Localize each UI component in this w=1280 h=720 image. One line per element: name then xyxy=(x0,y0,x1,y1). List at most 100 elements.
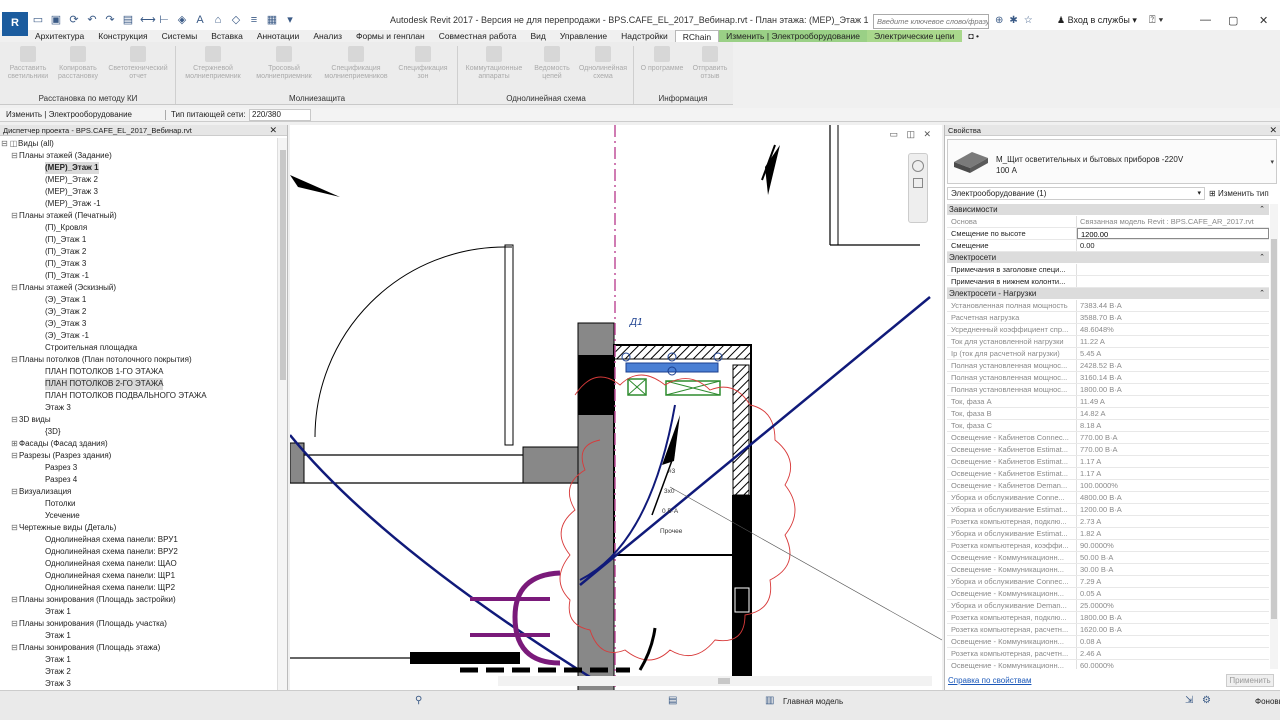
property-section[interactable]: Электросети - Нагрузки ⌃ xyxy=(947,288,1269,300)
tab-addins[interactable]: Надстройки xyxy=(614,30,675,42)
tree-item[interactable]: (П)_Этаж -1 xyxy=(0,270,278,282)
search-input[interactable]: Введите ключевое слово/фразу xyxy=(873,14,989,29)
sync-icon[interactable]: ⟳ xyxy=(68,14,80,26)
tree-item[interactable]: (Э)_Этаж 3 xyxy=(0,318,278,330)
tree-node[interactable]: ⊟ ◫Виды (all) xyxy=(0,138,278,150)
tree-node[interactable]: ⊟Планы этажей (Печатный) xyxy=(0,210,278,222)
tree-item[interactable]: (MEP)_Этаж -1 xyxy=(0,198,278,210)
tree-item[interactable]: Однолинейная схема панели: ЩР1 xyxy=(0,570,278,582)
tree-node[interactable]: ⊟Планы зонирования (Площадь участка) xyxy=(0,618,278,630)
tree-item[interactable]: ПЛАН ПОТОЛКОВ 2-ГО ЭТАЖА xyxy=(0,378,278,390)
edit-type-button[interactable]: ⊞ Изменить тип xyxy=(1209,187,1269,200)
revit-logo-button[interactable]: R xyxy=(2,12,28,36)
collapse-icon[interactable]: ⌃ xyxy=(1259,252,1265,264)
canvas-hscrollbar[interactable] xyxy=(498,676,932,686)
tree-item[interactable]: (П)_Этаж 1 xyxy=(0,234,278,246)
open-icon[interactable]: ▭ xyxy=(32,14,44,26)
zone-schedule-button[interactable]: Спецификация зон xyxy=(394,46,452,81)
text-icon[interactable]: A xyxy=(194,14,206,26)
maximize-icon[interactable]: ▢ xyxy=(1228,14,1238,27)
tree-node[interactable]: ⊟Планы потолков (План потолочного покрыт… xyxy=(0,354,278,366)
close-icon[interactable]: ✕ xyxy=(269,125,277,136)
close-icon[interactable]: ✕ xyxy=(1259,14,1268,27)
tree-item[interactable]: Разрез 3 xyxy=(0,462,278,474)
tree-item[interactable]: (П)_Этаж 2 xyxy=(0,246,278,258)
property-value[interactable] xyxy=(1077,276,1269,287)
type-selector[interactable]: М_Щит осветительных и бытовых приборов -… xyxy=(947,139,1277,184)
tree-item[interactable]: (Э)_Этаж 1 xyxy=(0,294,278,306)
tree-item[interactable]: Однолинейная схема панели: ВРУ2 xyxy=(0,546,278,558)
tree-node[interactable]: ⊟Разрезы (Разрез здания) xyxy=(0,450,278,462)
tab-annotate[interactable]: Аннотации xyxy=(250,30,307,42)
tree-item[interactable]: Потолки xyxy=(0,498,278,510)
tree-node[interactable]: ⊟Планы этажей (Эскизный) xyxy=(0,282,278,294)
tab-rchain[interactable]: RChain xyxy=(674,30,720,42)
tab-collaborate[interactable]: Совместная работа xyxy=(432,30,524,42)
circuit-list-button[interactable]: Ведомость цепей xyxy=(530,46,574,81)
tab-insert[interactable]: Вставка xyxy=(204,30,250,42)
measure-icon[interactable]: ⟷ xyxy=(140,14,156,26)
rod-lightning-button[interactable]: Стержневой молниеприемник xyxy=(178,46,248,81)
tree-item[interactable]: Однолинейная схема панели: ВРУ1 xyxy=(0,534,278,546)
copy-layout-button[interactable]: Копировать расстановку xyxy=(54,46,102,81)
tab-analyze[interactable]: Анализ xyxy=(306,30,349,42)
tab-systems[interactable]: Системы xyxy=(155,30,205,42)
drawing-canvas[interactable]: Д1 #3 3х0 0 В·А Прочее ▭ ◫ ✕ xyxy=(289,125,943,694)
tree-item[interactable]: (Э)_Этаж -1 xyxy=(0,330,278,342)
place-luminaires-button[interactable]: Расставить светильники xyxy=(4,46,52,81)
tree-item[interactable]: (MEP)_Этаж 3 xyxy=(0,186,278,198)
tree-item[interactable]: Однолинейная схема панели: ЩАО xyxy=(0,558,278,570)
property-section[interactable]: Электросети ⌃ xyxy=(947,252,1269,264)
subscription-icon[interactable]: ✱ xyxy=(1009,15,1017,26)
undo-icon[interactable]: ↶ xyxy=(86,14,98,26)
tree-item[interactable]: Этаж 2 xyxy=(0,666,278,678)
tab-structure[interactable]: Конструкция xyxy=(91,30,154,42)
property-value[interactable]: 1200.00 xyxy=(1077,228,1269,239)
feedback-button[interactable]: Отправить отзыв xyxy=(690,46,730,81)
scrollbar-thumb[interactable] xyxy=(280,150,286,380)
tree-node[interactable]: ⊟Планы зонирования (Площадь этажа) xyxy=(0,642,278,654)
tree-node[interactable]: ⊟Чертежные виды (Деталь) xyxy=(0,522,278,534)
tree-item[interactable]: Этаж 1 xyxy=(0,654,278,666)
design-options-icon[interactable]: ▥ xyxy=(765,695,774,706)
cable-lightning-button[interactable]: Тросовый молниеприемник xyxy=(250,46,318,81)
tree-item[interactable]: Усечение xyxy=(0,510,278,522)
tree-scrollbar[interactable] xyxy=(277,138,287,690)
tree-item[interactable]: (П)_Этаж 3 xyxy=(0,258,278,270)
lightning-schedule-button[interactable]: Спецификация молниеприемников xyxy=(320,46,392,81)
properties-help-link[interactable]: Справка по свойствам xyxy=(948,676,1031,685)
navigation-bar[interactable] xyxy=(908,153,928,223)
help-icon[interactable]: ⍰ ▾ xyxy=(1149,14,1163,27)
switchgear-button[interactable]: Коммутационные аппараты xyxy=(460,46,528,81)
tree-item[interactable]: Однолинейная схема панели: ЩР2 xyxy=(0,582,278,594)
close-icon[interactable]: ✕ xyxy=(1269,125,1277,136)
active-model[interactable]: Главная модель xyxy=(783,697,843,706)
3d-icon[interactable]: ⌂ xyxy=(212,14,224,26)
print-icon[interactable]: ▤ xyxy=(122,14,134,26)
instance-filter-select[interactable]: Электрооборудование (1) ▾ xyxy=(947,187,1205,200)
dimension-icon[interactable]: ⊢ xyxy=(158,14,170,26)
tree-item[interactable]: (П)_Кровля xyxy=(0,222,278,234)
tab-minimize-ribbon[interactable]: ◘ • xyxy=(962,30,986,42)
tree-node[interactable]: ⊟Планы этажей (Задание) xyxy=(0,150,278,162)
tree-item[interactable]: (Э)_Этаж 2 xyxy=(0,306,278,318)
tab-architecture[interactable]: Архитектура xyxy=(28,30,91,42)
network-select[interactable]: 220/380 xyxy=(249,109,311,121)
tree-item[interactable]: (MEP)_Этаж 2 xyxy=(0,174,278,186)
tab-massing[interactable]: Формы и генплан xyxy=(349,30,432,42)
scrollbar-thumb[interactable] xyxy=(718,678,730,684)
properties-scrollbar[interactable] xyxy=(1270,204,1278,669)
tree-item[interactable]: Разрез 4 xyxy=(0,474,278,486)
save-icon[interactable]: ▣ xyxy=(50,14,62,26)
chevron-down-icon[interactable]: ▾ xyxy=(284,14,296,26)
switch-windows-icon[interactable]: ▦ xyxy=(266,14,278,26)
tree-item[interactable]: Этаж 1 xyxy=(0,606,278,618)
login-button[interactable]: ♟ Вход в службы ▾ xyxy=(1057,15,1137,26)
scrollbar-thumb[interactable] xyxy=(1271,239,1277,619)
worksets-icon[interactable]: ▤ xyxy=(668,695,677,706)
section-icon[interactable]: ◇ xyxy=(230,14,242,26)
minimize-icon[interactable]: — xyxy=(1200,14,1211,26)
thin-lines-icon[interactable]: ≡ xyxy=(248,14,260,26)
lighting-report-button[interactable]: Светотехнический отчет xyxy=(104,46,172,81)
view-window-controls[interactable]: ▭ ◫ ✕ xyxy=(889,129,934,140)
